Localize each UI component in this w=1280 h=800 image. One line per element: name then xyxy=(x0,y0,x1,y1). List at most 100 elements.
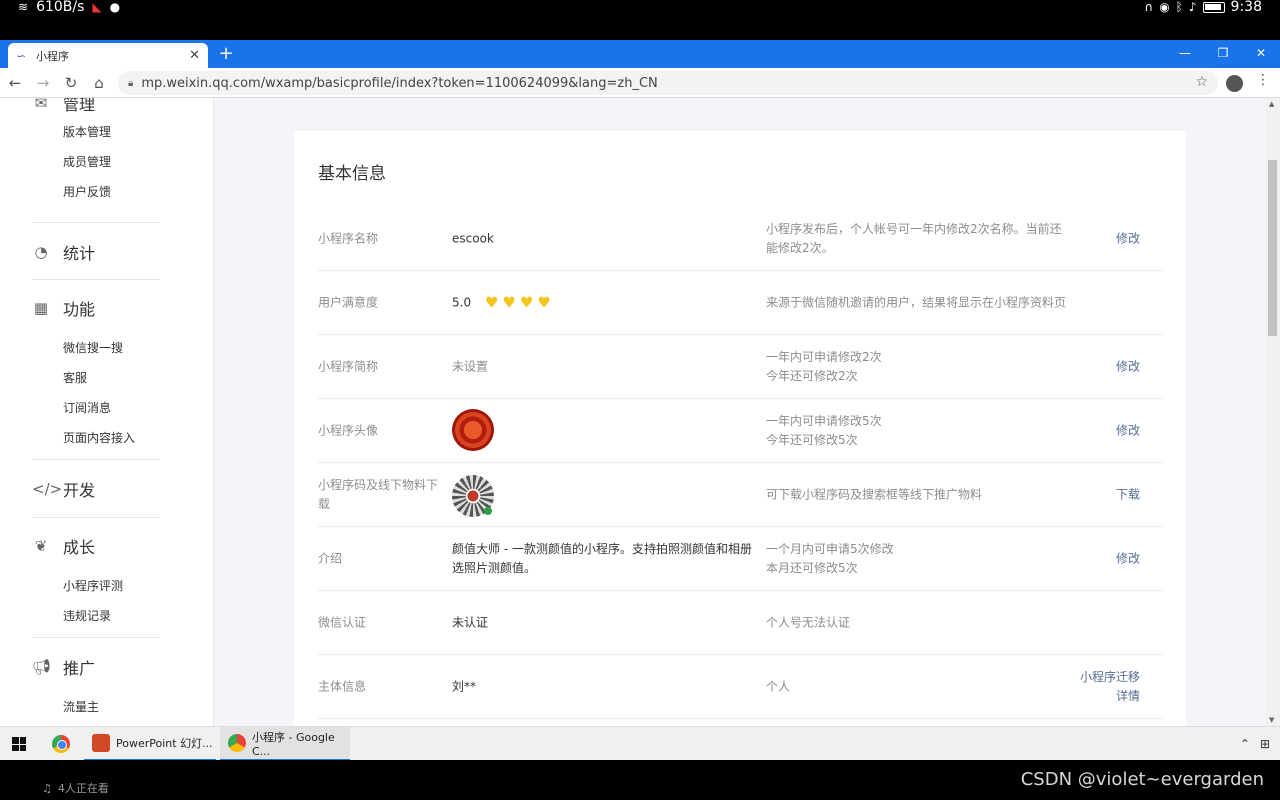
headphone-icon: ∩ xyxy=(1144,0,1154,14)
row-label: 小程序码及线下物料下载 xyxy=(318,477,439,511)
sidebar-item-evaluation[interactable]: 小程序评测 xyxy=(0,571,213,601)
miniprogram-favicon-icon: ∽ xyxy=(16,48,27,63)
sidebar-head-func[interactable]: ▦ 功能 xyxy=(0,293,213,323)
page-title: 基本信息 xyxy=(318,164,386,184)
download-link[interactable]: 下载 xyxy=(1116,485,1140,504)
subject-actions: 小程序迁移 详情 xyxy=(1080,668,1140,706)
row-desc: 小程序发布后，个人帐号可一年内修改2次名称。当前还能修改2次。 xyxy=(766,221,1062,255)
url-text: mp.weixin.qq.com/wxamp/basicprofile/inde… xyxy=(141,75,658,91)
code-icon: </> xyxy=(32,480,63,498)
rating-score: 5.0 xyxy=(452,295,472,309)
viewer-count: ♫ 4人正在看 xyxy=(42,780,109,796)
edit-avatar-link[interactable]: 修改 xyxy=(1116,421,1140,440)
row-label: 小程序头像 xyxy=(318,423,379,437)
lock-icon: 🔒︎ xyxy=(128,77,134,89)
sidebar-head-label: 统计 xyxy=(63,244,96,263)
scroll-down-icon[interactable]: ▼ xyxy=(1269,716,1274,724)
taskbar-label: PowerPoint 幻灯... xyxy=(116,737,213,750)
sidebar-item-subscribe[interactable]: 订阅消息 xyxy=(0,393,213,423)
row-value: 未设置 xyxy=(452,359,489,373)
page-scrollbar[interactable]: ▲ ▼ xyxy=(1266,98,1280,726)
edit-name-link[interactable]: 修改 xyxy=(1116,229,1140,248)
taskbar-chrome[interactable]: 小程序 - Google C... xyxy=(220,727,350,761)
miniprogram-code-image xyxy=(452,475,494,517)
chevron-up-icon[interactable]: ⌃ xyxy=(1240,737,1250,751)
row-desc: 一年内可申请修改5次 今年还可修改5次 xyxy=(766,412,1066,450)
row-desc-line: 今年还可修改2次 xyxy=(766,368,858,383)
wifi-icon: ≋ xyxy=(18,0,29,14)
windows-start-icon[interactable] xyxy=(12,737,26,751)
chrome-pinned-icon[interactable] xyxy=(52,735,70,753)
sidebar-head-label: 开发 xyxy=(63,481,96,500)
address-bar[interactable]: 🔒︎ mp.weixin.qq.com/wxamp/basicprofile/i… xyxy=(118,71,1218,95)
sidebar-item-feedback[interactable]: 用户反馈 xyxy=(0,177,213,207)
sidebar-item-service[interactable]: 客服 xyxy=(0,363,213,393)
row-desc: 个人号无法认证 xyxy=(766,615,851,629)
sidebar-head-stats[interactable]: ◔ 统计 xyxy=(0,237,213,267)
sidebar-head-growth[interactable]: ❦ 成长 xyxy=(0,531,213,561)
row-desc: 来源于微信随机邀请的用户，结果将显示在小程序资料页 xyxy=(766,295,1067,309)
row-value: 刘** xyxy=(452,679,477,693)
sidebar-group-stats: ◔ 统计 xyxy=(0,237,213,267)
sidebar-head-dev[interactable]: </> 开发 xyxy=(0,474,213,504)
powerpoint-icon xyxy=(92,734,110,752)
row-desc-line: 一个月内可申请5次修改 xyxy=(766,541,894,556)
browser-tab-bar: ∽ 小程序 ✕ + — ❐ ✕ xyxy=(0,40,1280,68)
sidebar-item-members[interactable]: 成员管理 xyxy=(0,147,213,177)
grid-icon: ▦ xyxy=(33,299,49,317)
reload-icon[interactable]: ↻ xyxy=(58,70,84,96)
sidebar-item-violations[interactable]: 违规记录 xyxy=(0,601,213,631)
sidebar-group-promo: 📢︎ 推广 流量主 xyxy=(0,652,213,722)
migrate-link[interactable]: 小程序迁移 xyxy=(1080,668,1140,687)
edit-short-name-link[interactable]: 修改 xyxy=(1116,357,1140,376)
sidebar-item-version[interactable]: 版本管理 xyxy=(0,117,213,147)
sidebar-group-growth: ❦ 成长 小程序评测 违规记录 xyxy=(0,531,213,631)
row-desc: 个人 xyxy=(766,679,791,693)
scrollbar-thumb[interactable] xyxy=(1268,160,1277,336)
sidebar-item-traffic[interactable]: 流量主 xyxy=(0,692,213,722)
app-avatar-image xyxy=(452,409,494,451)
heart-icon: ♥ xyxy=(484,293,499,311)
eye-icon: ◉ xyxy=(1159,0,1170,14)
sprout-icon: ❦ xyxy=(34,537,48,555)
viewer-count-text: 4人正在看 xyxy=(57,782,109,795)
battery-icon xyxy=(1202,1,1225,13)
menu-dots-icon[interactable]: ⋮ xyxy=(1256,73,1270,87)
row-desc: 一个月内可申请5次修改 本月还可修改5次 xyxy=(766,540,1066,578)
network-tray-icon[interactable]: ⊞ xyxy=(1260,737,1270,751)
close-tab-icon[interactable]: ✕ xyxy=(189,48,200,63)
forward-icon[interactable]: → xyxy=(30,70,56,96)
new-tab-button[interactable]: + xyxy=(216,44,236,64)
maximize-icon[interactable]: ❐ xyxy=(1204,40,1242,68)
minimize-icon[interactable]: — xyxy=(1166,40,1204,68)
profile-avatar-icon[interactable] xyxy=(1226,75,1243,92)
mute-bell-icon: ♪ xyxy=(1188,0,1197,14)
page-viewport: ✉ 管理 版本管理 成员管理 用户反馈 ◔ 统计 ▦ 功能 微信搜一搜 客服 订… xyxy=(0,98,1280,726)
sidebar-divider xyxy=(32,222,160,223)
mail-icon: ✉ xyxy=(34,98,48,112)
row-desc: 一年内可申请修改2次 今年还可修改2次 xyxy=(766,348,1066,386)
back-icon[interactable]: ← xyxy=(2,70,28,96)
sidebar-head-manage[interactable]: ✉ 管理 xyxy=(0,98,213,118)
row-label: 主体信息 xyxy=(318,679,367,693)
taskbar-powerpoint[interactable]: PowerPoint 幻灯... xyxy=(84,727,216,761)
home-icon[interactable]: ⌂ xyxy=(86,70,112,96)
edit-intro-link[interactable]: 修改 xyxy=(1116,549,1140,568)
scroll-up-icon[interactable]: ▲ xyxy=(1269,100,1274,108)
bookmark-star-icon[interactable]: ☆ xyxy=(1195,74,1208,90)
sidebar-item-page-content[interactable]: 页面内容接入 xyxy=(0,423,213,453)
browser-tab[interactable]: ∽ 小程序 ✕ xyxy=(8,43,208,68)
info-row-intro: 介绍 颜值大师 - 一款测颜值的小程序。支持拍照测颜值和相册选照片测颜值。 一个… xyxy=(318,527,1164,591)
close-window-icon[interactable]: ✕ xyxy=(1242,40,1280,68)
sidebar: ✉ 管理 版本管理 成员管理 用户反馈 ◔ 统计 ▦ 功能 微信搜一搜 客服 订… xyxy=(0,98,214,726)
sidebar-group-func: ▦ 功能 微信搜一搜 客服 订阅消息 页面内容接入 xyxy=(0,293,213,453)
row-desc: 可下载小程序码及搜索框等线下推广物料 xyxy=(766,487,983,501)
sidebar-divider xyxy=(32,279,160,280)
sidebar-divider xyxy=(32,517,160,518)
pie-chart-icon: ◔ xyxy=(34,243,48,261)
sidebar-head-label: 功能 xyxy=(63,300,96,319)
sidebar-item-search[interactable]: 微信搜一搜 xyxy=(0,333,213,363)
details-link[interactable]: 详情 xyxy=(1080,687,1140,706)
sidebar-head-promo[interactable]: 📢︎ 推广 xyxy=(0,652,213,682)
network-speed: 610B/s xyxy=(36,0,85,15)
